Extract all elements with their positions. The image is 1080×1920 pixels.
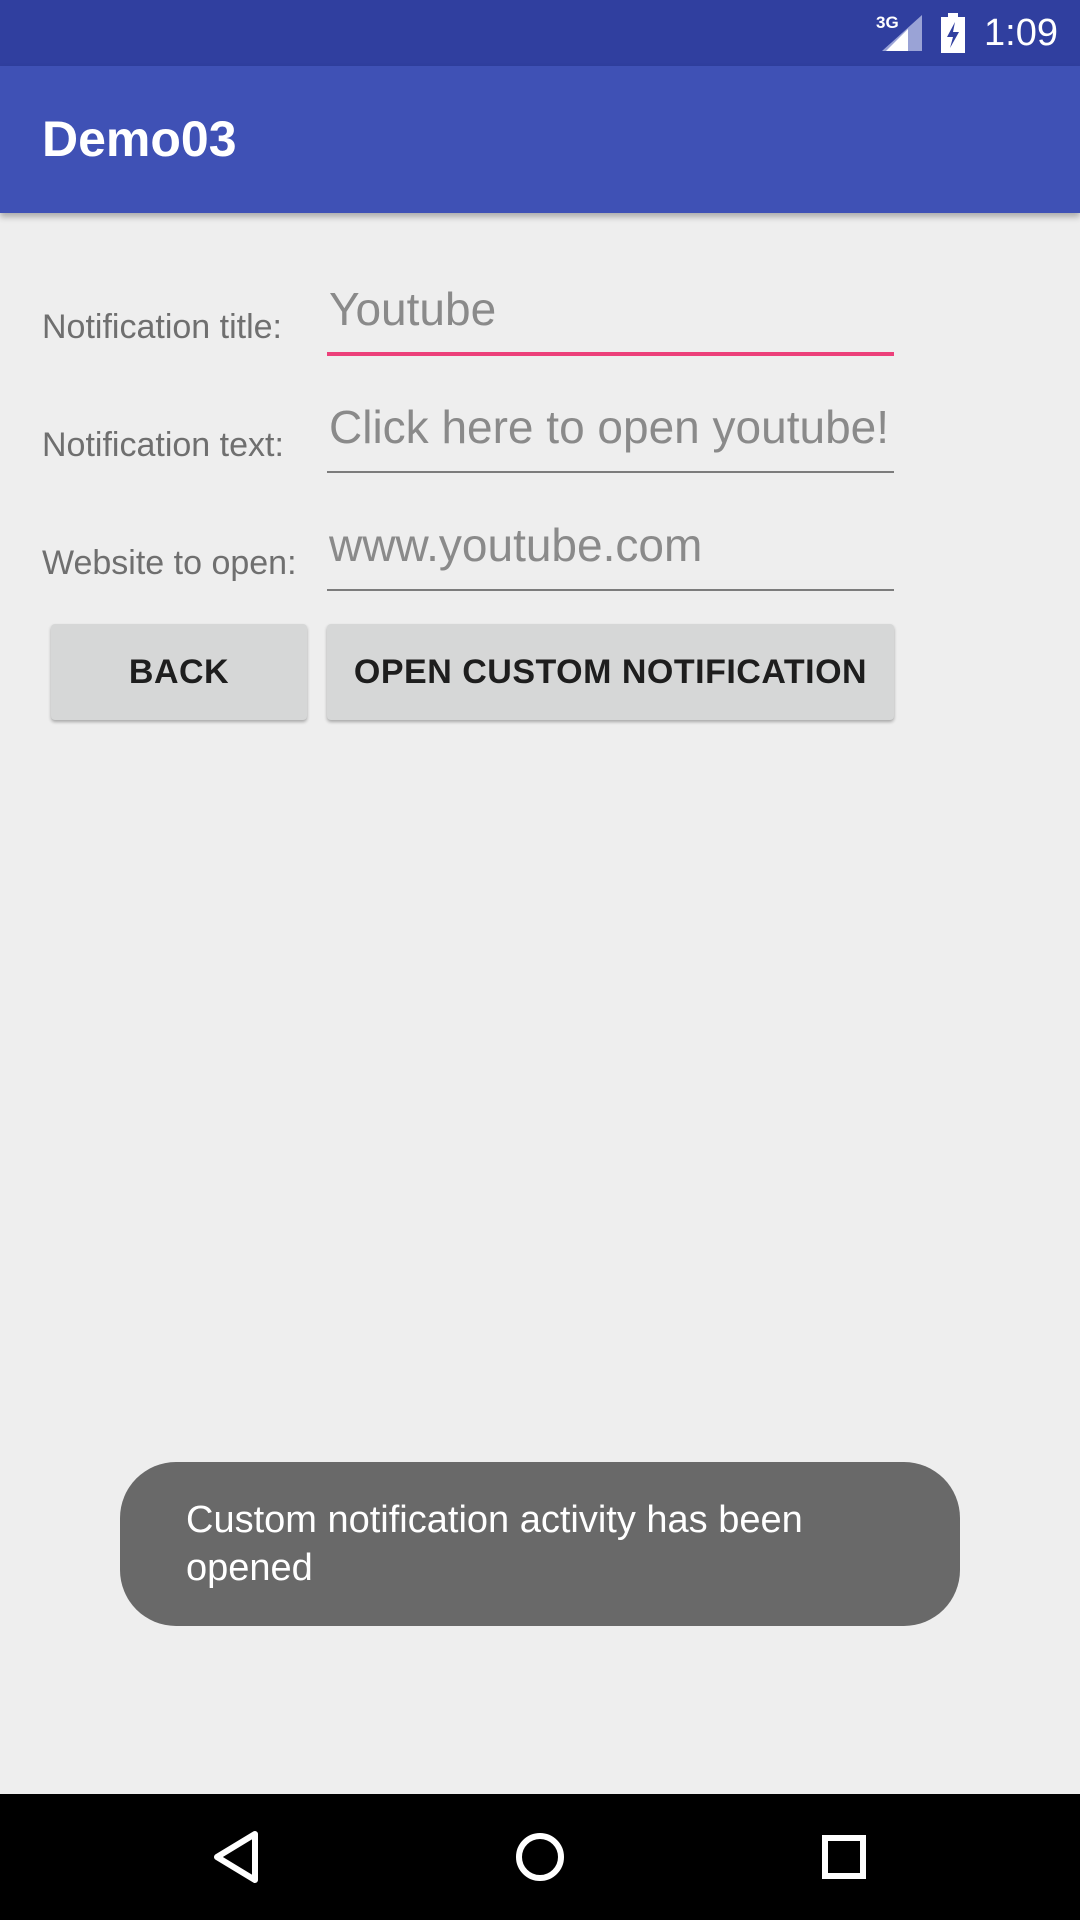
navigation-bar — [0, 1794, 1080, 1920]
status-icons: 3G 1:09 — [876, 0, 1058, 66]
website-underline — [327, 589, 894, 591]
notification-text-input[interactable] — [327, 395, 894, 475]
signal-icon: 3G — [876, 13, 923, 53]
recents-square-icon[interactable] — [784, 1794, 904, 1920]
notification-title-field[interactable] — [327, 277, 894, 357]
website-label: Website to open: — [42, 544, 297, 582]
notification-text-underline — [327, 471, 894, 473]
toast-text: Custom notification activity has been op… — [186, 1499, 803, 1589]
toast-message: Custom notification activity has been op… — [120, 1462, 960, 1626]
notification-title-row: Notification title: — [42, 277, 894, 357]
home-circle-icon[interactable] — [480, 1794, 600, 1920]
open-custom-notification-button[interactable]: OPEN CUSTOM NOTIFICATION — [327, 624, 894, 720]
notification-title-label: Notification title: — [42, 308, 282, 346]
app-bar: Demo03 — [0, 66, 1080, 213]
website-input[interactable] — [327, 513, 894, 593]
status-bar: 3G 1:09 — [0, 0, 1080, 66]
status-time: 1:09 — [984, 11, 1058, 54]
back-button[interactable]: BACK — [51, 624, 307, 720]
website-row: Website to open: — [42, 513, 894, 593]
back-triangle-icon[interactable] — [176, 1794, 296, 1920]
notification-text-field[interactable] — [327, 395, 894, 475]
notification-title-underline — [327, 352, 894, 356]
website-field[interactable] — [327, 513, 894, 593]
notification-text-label: Notification text: — [42, 426, 284, 464]
notification-text-row: Notification text: — [42, 395, 894, 475]
page-title: Demo03 — [42, 111, 237, 167]
battery-charging-icon — [940, 13, 966, 53]
notification-title-input[interactable] — [327, 277, 894, 357]
